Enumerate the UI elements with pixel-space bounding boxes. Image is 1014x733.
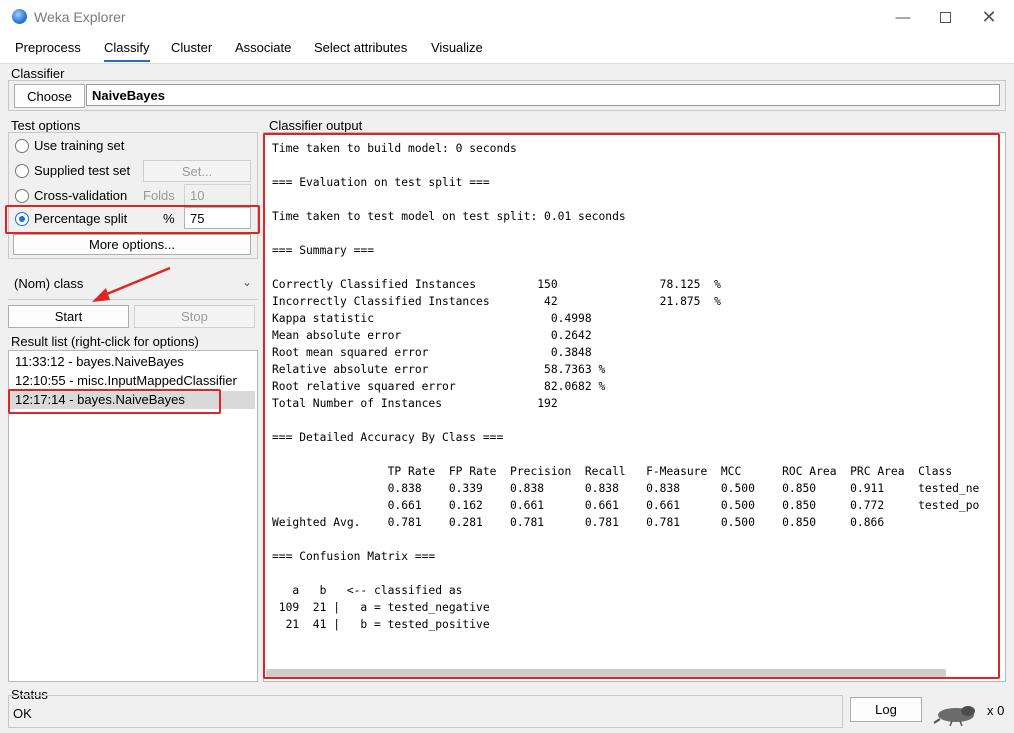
status-text: OK — [13, 706, 32, 721]
more-options-button[interactable]: More options... — [13, 234, 251, 255]
window-title: Weka Explorer — [34, 9, 126, 25]
highlight-box-output — [263, 133, 1000, 679]
cross-validation-label: Cross-validation — [34, 188, 128, 203]
minimize-icon[interactable]: — — [880, 0, 926, 34]
weka-bird-icon — [12, 9, 27, 24]
classifier-name-field[interactable]: NaiveBayes — [86, 84, 1000, 106]
test-options-label: Test options — [11, 118, 81, 133]
list-item[interactable]: 11:33:12 - bayes.NaiveBayes — [10, 353, 255, 371]
log-button[interactable]: Log — [850, 697, 922, 722]
list-item[interactable]: 12:10:55 - misc.InputMappedClassifier — [10, 372, 255, 390]
start-button[interactable]: Start — [8, 305, 129, 328]
highlight-box-result-item — [8, 389, 221, 414]
close-icon[interactable]: ✕ — [966, 0, 1012, 34]
annotation-arrow-icon — [92, 266, 171, 302]
tab-bar: Preprocess Classify Cluster Associate Se… — [0, 34, 1014, 64]
tab-classify[interactable]: Classify — [104, 40, 150, 62]
supplied-test-set-radio[interactable] — [15, 164, 29, 178]
choose-button[interactable]: Choose — [14, 84, 85, 108]
maximize-icon[interactable] — [922, 0, 968, 34]
tab-visualize[interactable]: Visualize — [431, 40, 483, 55]
tab-preprocess[interactable]: Preprocess — [15, 40, 81, 55]
supplied-test-set-label: Supplied test set — [34, 163, 131, 178]
folds-field[interactable]: 10 — [184, 184, 251, 206]
classifier-output-label: Classifier output — [269, 118, 363, 133]
highlight-box-percentage-split — [5, 205, 260, 234]
set-button[interactable]: Set... — [143, 160, 251, 182]
class-select-value: (Nom) class — [14, 276, 84, 291]
title-bar — [0, 0, 1014, 34]
cross-validation-radio[interactable] — [15, 189, 29, 203]
stop-button[interactable]: Stop — [134, 305, 255, 328]
use-training-set-label: Use training set — [34, 138, 125, 153]
use-training-set-radio[interactable] — [15, 139, 29, 153]
tab-associate[interactable]: Associate — [235, 40, 291, 55]
status-panel — [8, 695, 843, 728]
result-list-label: Result list (right-click for options) — [11, 334, 199, 349]
worker-count: x 0 — [987, 703, 1005, 718]
chevron-down-icon: ⌄ — [242, 275, 253, 289]
tab-select-attributes[interactable]: Select attributes — [314, 40, 407, 55]
folds-label: Folds — [143, 188, 175, 203]
classifier-section-label: Classifier — [11, 66, 65, 81]
tab-cluster[interactable]: Cluster — [171, 40, 212, 55]
weka-bird-icon — [933, 706, 975, 726]
